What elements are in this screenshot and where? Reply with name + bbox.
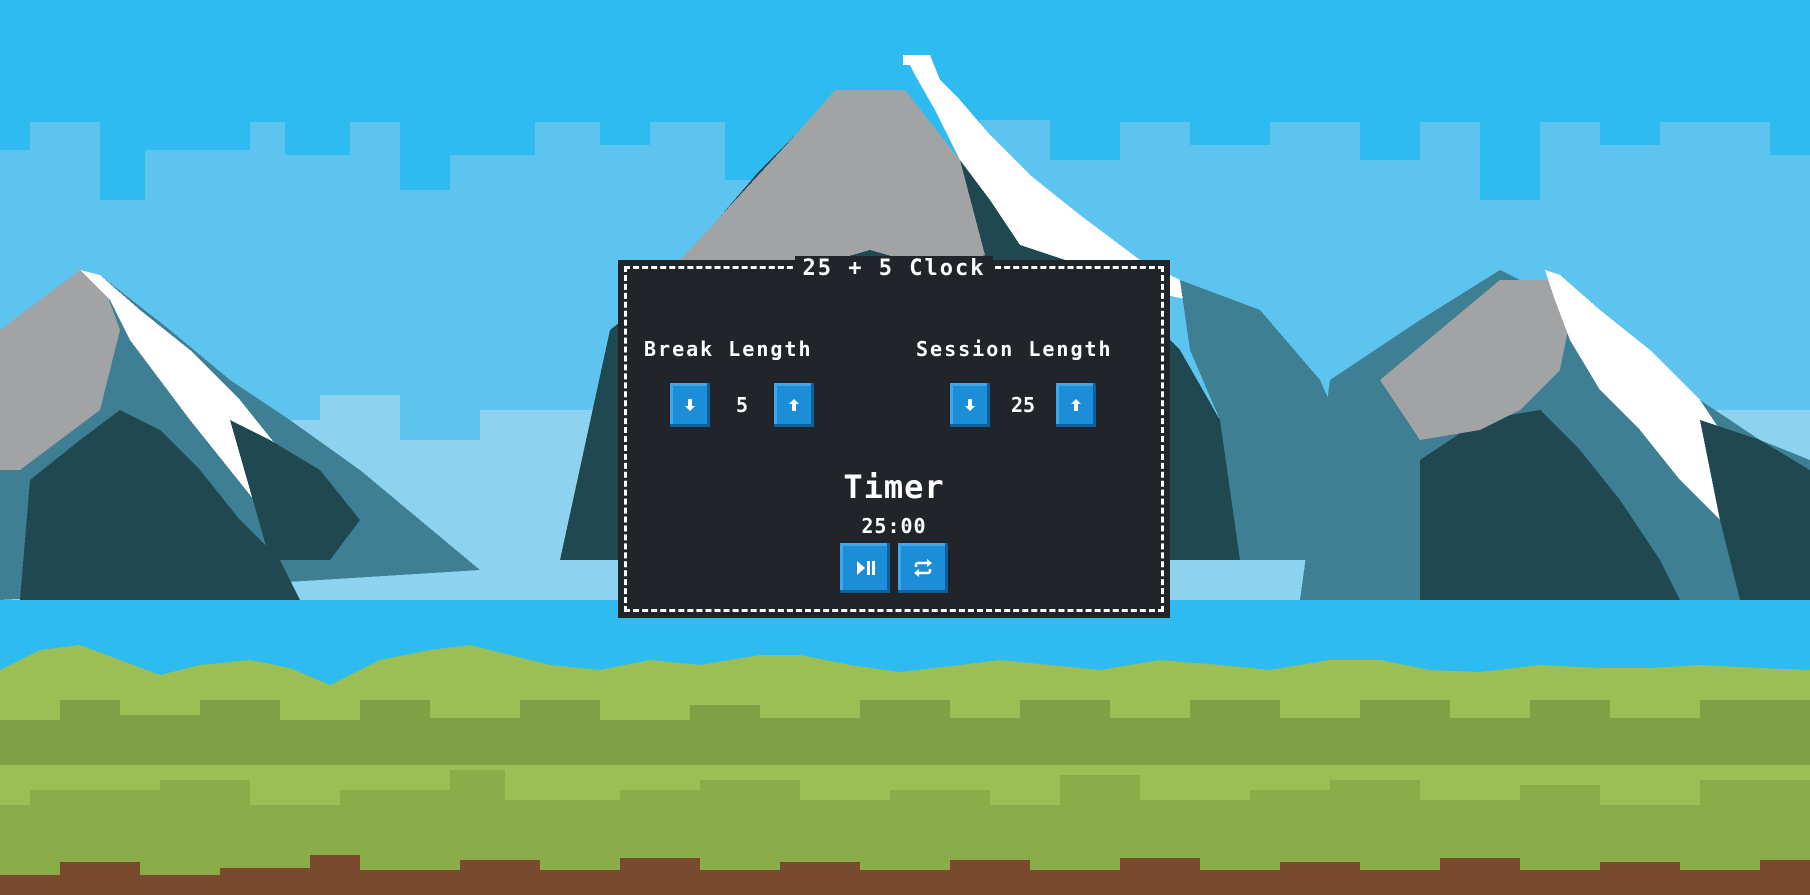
arrow-down-icon [685, 399, 695, 411]
arrow-up-icon [1071, 399, 1081, 411]
break-length-value: 5 [735, 393, 749, 417]
app-title: 25 + 5 Clock [618, 256, 1170, 281]
session-length-value: 25 [1010, 393, 1036, 417]
arrow-up-icon [789, 399, 799, 411]
break-label: Break Length [644, 337, 813, 361]
play-pause-icon [857, 561, 875, 575]
session-decrement-button[interactable] [950, 383, 990, 427]
time-left: 25:00 [861, 514, 927, 538]
reset-button[interactable] [898, 543, 948, 593]
timer-controls [840, 543, 948, 593]
arrow-down-icon [965, 399, 975, 411]
break-controls: 5 [670, 383, 814, 427]
refresh-icon [914, 559, 932, 577]
start-stop-button[interactable] [840, 543, 890, 593]
session-label: Session Length [916, 337, 1113, 361]
clock-panel: 25 + 5 Clock Break Length Session Length… [618, 256, 1170, 618]
app-title-text: 25 + 5 Clock [794, 256, 994, 281]
session-controls: 25 [950, 383, 1096, 427]
timer-label: Timer [843, 468, 945, 506]
break-decrement-button[interactable] [670, 383, 710, 427]
break-increment-button[interactable] [774, 383, 814, 427]
session-increment-button[interactable] [1056, 383, 1096, 427]
